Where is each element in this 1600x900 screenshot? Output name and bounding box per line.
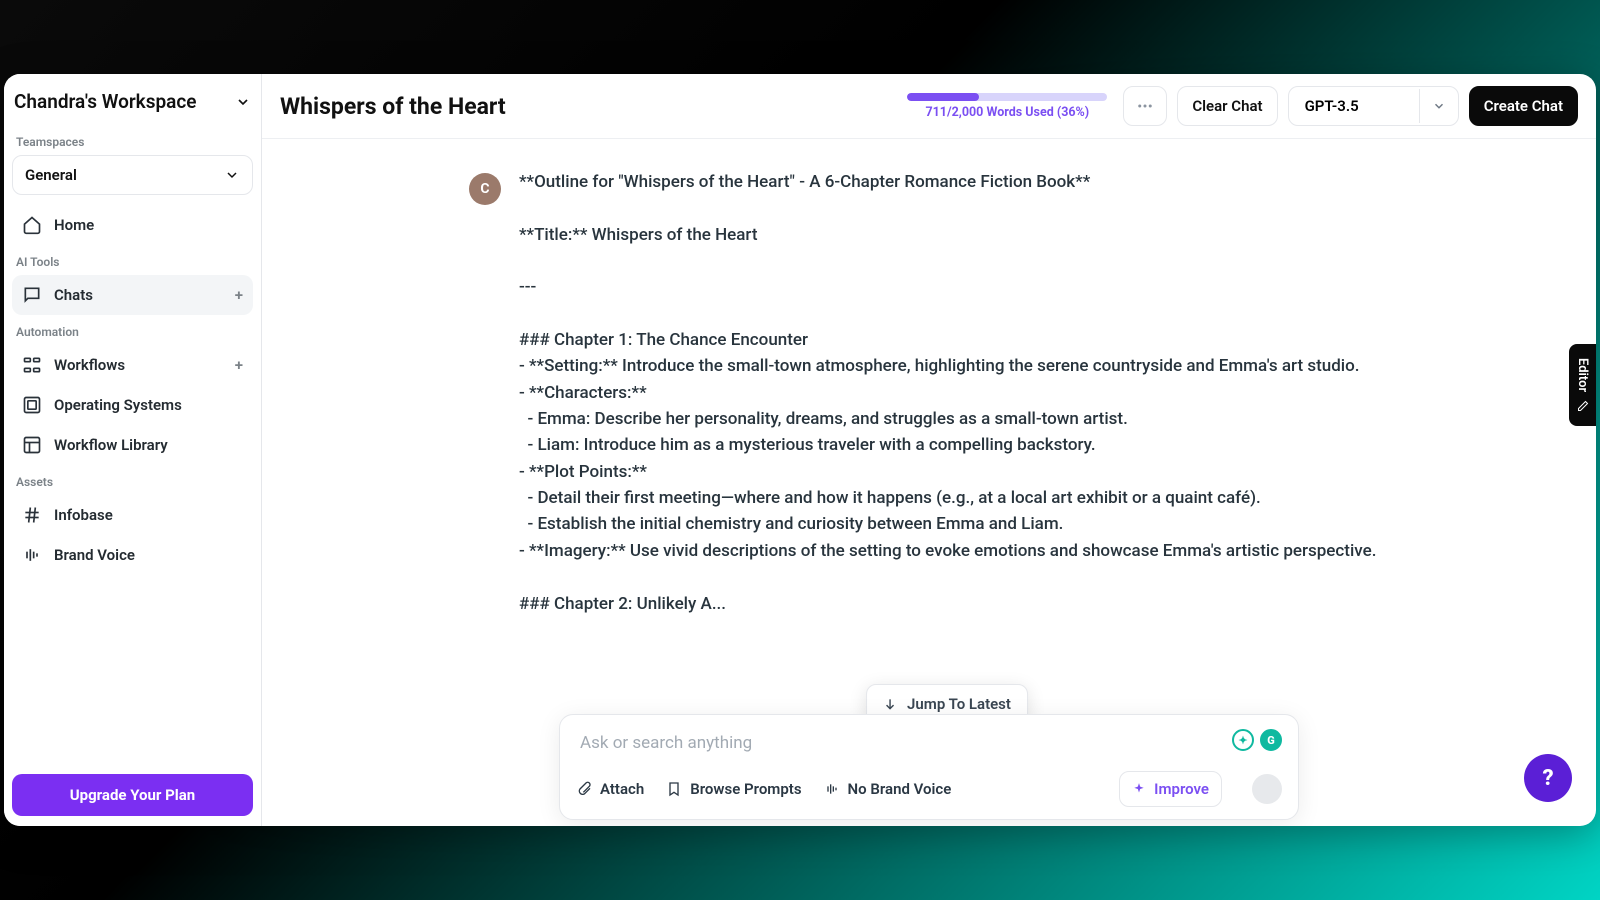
nav-brand-voice[interactable]: Brand Voice <box>12 535 253 575</box>
jump-label: Jump To Latest <box>907 695 1011 713</box>
section-ai-tools: AI Tools <box>12 249 253 275</box>
workflows-icon <box>22 355 42 375</box>
composer-toolbar: Attach Browse Prompts No Brand Voice Imp… <box>576 763 1282 807</box>
chevron-down-icon <box>1432 99 1446 113</box>
chevron-down-icon <box>224 167 240 183</box>
pencil-icon <box>1577 400 1589 412</box>
voice-icon <box>22 545 42 565</box>
nav-chats[interactable]: Chats + <box>12 275 253 315</box>
app-frame: Chandra's Workspace Teamspaces General H… <box>4 74 1596 826</box>
browse-prompts-button[interactable]: Browse Prompts <box>666 780 801 798</box>
chevron-down-icon <box>235 94 251 110</box>
section-assets: Assets <box>12 469 253 495</box>
workspace-switcher[interactable]: Chandra's Workspace <box>12 88 253 125</box>
message-content: **Outline for "Whispers of the Heart" - … <box>519 169 1376 617</box>
create-chat-button[interactable]: Create Chat <box>1469 86 1578 126</box>
upgrade-button[interactable]: Upgrade Your Plan <box>12 774 253 816</box>
topbar: Whispers of the Heart 711/2,000 Words Us… <box>262 74 1596 139</box>
chat-icon <box>22 285 42 305</box>
nav-workflow-library[interactable]: Workflow Library <box>12 425 253 465</box>
editor-tab[interactable]: Editor <box>1569 344 1596 426</box>
composer-input[interactable] <box>576 729 1282 763</box>
model-selector[interactable]: GPT-3.5 <box>1288 86 1459 126</box>
bookmark-icon <box>666 781 682 797</box>
main-panel: Whispers of the Heart 711/2,000 Words Us… <box>262 74 1596 826</box>
improve-label: Improve <box>1154 780 1209 798</box>
composer: ✦ G Attach Browse Prompts No Brand Voice <box>559 714 1299 820</box>
plus-icon[interactable]: + <box>235 356 243 374</box>
browse-label: Browse Prompts <box>690 780 801 798</box>
clear-chat-button[interactable]: Clear Chat <box>1177 86 1277 126</box>
nav-label: Workflows <box>54 356 125 374</box>
nav-label: Chats <box>54 286 93 304</box>
send-button[interactable] <box>1252 774 1282 804</box>
nav-label: Home <box>54 216 94 234</box>
usage-fill <box>907 93 979 101</box>
plus-icon[interactable]: + <box>235 286 243 304</box>
editor-label: Editor <box>1575 358 1590 392</box>
home-icon <box>22 215 42 235</box>
section-automation: Automation <box>12 319 253 345</box>
os-icon <box>22 395 42 415</box>
model-dropdown[interactable] <box>1419 89 1458 123</box>
usage-bar <box>907 93 1107 101</box>
nav-label: Brand Voice <box>54 546 135 564</box>
teamspace-name: General <box>25 166 77 184</box>
nav-label: Workflow Library <box>54 436 168 454</box>
voice-icon <box>824 781 840 797</box>
shield-badge-icon[interactable]: ✦ <box>1232 729 1254 751</box>
document-title[interactable]: Whispers of the Heart <box>280 93 897 120</box>
nav-home[interactable]: Home <box>12 205 253 245</box>
section-teamspaces: Teamspaces <box>12 129 253 155</box>
usage-text: 711/2,000 Words Used (36%) <box>925 105 1089 120</box>
paperclip-icon <box>576 781 592 797</box>
nav-workflows[interactable]: Workflows + <box>12 345 253 385</box>
library-icon <box>22 435 42 455</box>
improve-button[interactable]: Improve <box>1119 771 1222 807</box>
sidebar: Chandra's Workspace Teamspaces General H… <box>4 74 262 826</box>
nav-label: Infobase <box>54 506 113 524</box>
workspace-name: Chandra's Workspace <box>14 90 197 113</box>
brand-voice-selector[interactable]: No Brand Voice <box>824 780 952 798</box>
nav-operating-systems[interactable]: Operating Systems <box>12 385 253 425</box>
grammarly-icon[interactable]: G <box>1260 729 1282 751</box>
attach-label: Attach <box>600 780 644 798</box>
sparkle-icon <box>1132 782 1146 796</box>
hash-icon <box>22 505 42 525</box>
dots-icon <box>1136 97 1154 115</box>
attach-button[interactable]: Attach <box>576 780 644 798</box>
composer-badges: ✦ G <box>1232 729 1282 751</box>
help-button[interactable]: ? <box>1524 754 1572 802</box>
nav-label: Operating Systems <box>54 396 182 414</box>
nav-infobase[interactable]: Infobase <box>12 495 253 535</box>
more-button[interactable] <box>1123 86 1167 126</box>
user-avatar: C <box>469 173 501 205</box>
arrow-down-icon <box>883 697 897 711</box>
usage-meter: 711/2,000 Words Used (36%) <box>907 93 1107 120</box>
chat-message: C **Outline for "Whispers of the Heart" … <box>469 169 1389 617</box>
brand-voice-label: No Brand Voice <box>848 780 952 798</box>
model-name: GPT-3.5 <box>1289 87 1419 125</box>
teamspace-selector[interactable]: General <box>12 155 253 195</box>
